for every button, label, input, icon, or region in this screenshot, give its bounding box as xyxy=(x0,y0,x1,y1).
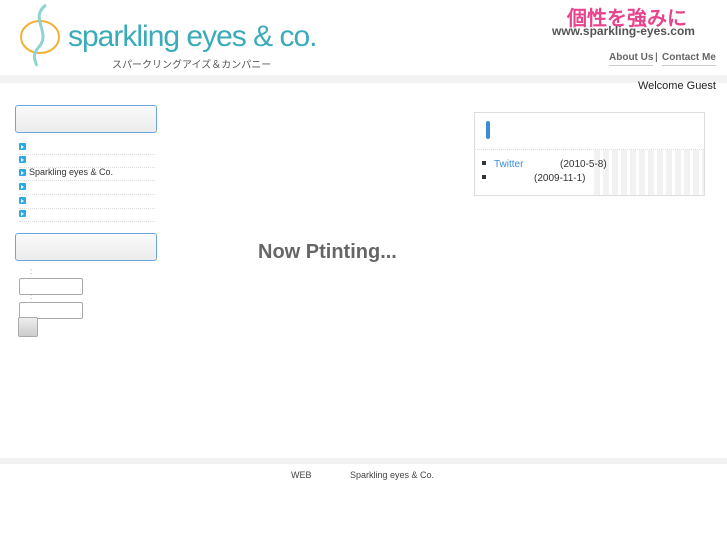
menu-item[interactable] xyxy=(19,141,155,155)
news-link[interactable]: Twitter xyxy=(494,159,560,170)
footer-text: WEB xyxy=(291,470,312,480)
footer-copyright: Sparkling eyes & Co. xyxy=(350,470,435,480)
news-box: Twitter (2010-5-8) (2009-11-1) xyxy=(474,112,705,196)
username-label: : xyxy=(30,267,33,276)
arrow-icon xyxy=(19,143,26,150)
logo-icon xyxy=(20,3,60,67)
contact-me-link[interactable]: Contact Me xyxy=(662,52,716,66)
arrow-icon xyxy=(19,210,26,217)
login-button[interactable] xyxy=(18,317,38,337)
logo-subtitle: スパークリングアイズ＆カンパニー xyxy=(112,60,272,71)
decorative-background xyxy=(594,150,704,195)
news-date: (2010-5-8) xyxy=(560,159,607,170)
bullet-icon xyxy=(482,161,486,165)
footer-bar xyxy=(0,458,727,464)
welcome-text: Welcome Guest xyxy=(637,80,716,92)
menu-item[interactable] xyxy=(19,154,155,168)
news-item: Twitter (2010-5-8) xyxy=(482,159,607,170)
menu-box-header xyxy=(15,105,157,133)
link-separator: | xyxy=(655,52,658,63)
logo-text[interactable]: sparkling eyes & co. xyxy=(68,20,317,54)
now-printing-placeholder: Now Ptinting... xyxy=(258,241,397,263)
site-url: www.sparkling-eyes.com xyxy=(552,24,695,38)
menu-item[interactable] xyxy=(19,195,155,209)
arrow-icon xyxy=(19,197,26,204)
bullet-icon xyxy=(482,175,486,179)
arrow-icon xyxy=(19,169,26,176)
menu-item[interactable]: Sparkling eyes & Co. xyxy=(19,167,155,181)
menu-item[interactable] xyxy=(19,181,155,195)
news-date: (2009-11-1) xyxy=(534,173,586,184)
about-us-link[interactable]: About Us xyxy=(609,52,654,66)
username-input[interactable] xyxy=(19,278,83,295)
news-item: (2009-11-1) xyxy=(482,173,586,184)
top-bar xyxy=(0,75,727,83)
arrow-icon xyxy=(19,183,26,190)
news-heading-marker xyxy=(486,121,490,139)
login-box-header xyxy=(15,233,157,261)
password-label: : xyxy=(30,292,33,301)
menu-item[interactable] xyxy=(19,208,155,222)
arrow-icon xyxy=(19,156,26,163)
